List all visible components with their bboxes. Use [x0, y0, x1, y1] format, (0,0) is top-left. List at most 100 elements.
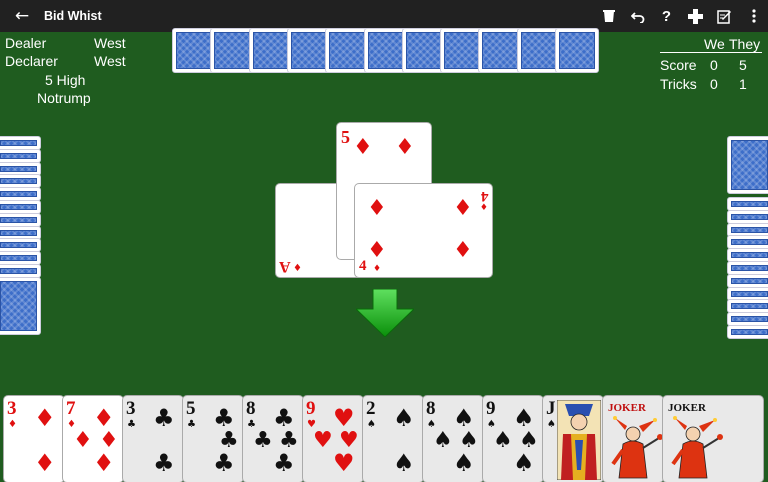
card-back	[363, 28, 408, 73]
spade-icon: ♠	[453, 449, 475, 477]
diamond-icon: ♦	[479, 203, 488, 213]
card-back-pattern	[290, 32, 327, 69]
scoreboard-divider	[660, 52, 762, 53]
card-back-pattern	[0, 140, 37, 146]
spade-icon: ♠	[547, 419, 556, 430]
club-icon: ♣	[153, 449, 175, 477]
more-vert-icon[interactable]	[739, 0, 768, 32]
card-back	[727, 325, 768, 339]
spade-icon: ♠	[433, 428, 453, 453]
card-rank: 4	[480, 188, 489, 204]
club-icon: ♣	[279, 428, 299, 453]
card-back-pattern	[520, 32, 557, 69]
card-back-pattern	[252, 32, 289, 69]
jack-face-icon	[557, 400, 601, 480]
hand-card[interactable]: J ♠	[543, 396, 603, 482]
jester-icon	[671, 416, 723, 479]
card-back	[727, 273, 768, 288]
club-icon: ♣	[213, 449, 235, 477]
card-back	[0, 136, 41, 150]
club-icon: ♣	[213, 404, 235, 432]
card-back-pattern	[0, 191, 37, 198]
card-back-pattern	[731, 226, 768, 233]
undo-icon[interactable]	[623, 0, 652, 32]
hand-card[interactable]: JOKER	[603, 396, 663, 482]
hand-card[interactable]: JOKER	[663, 396, 763, 482]
bid-value: 5 High	[45, 72, 86, 88]
edit-icon[interactable]	[710, 0, 739, 32]
spade-icon: ♠	[367, 419, 376, 430]
card-back	[0, 148, 41, 163]
card-rank: 9	[486, 398, 496, 419]
card-back	[727, 261, 768, 275]
card-back-pattern	[0, 268, 37, 274]
card-back-pattern	[731, 239, 768, 246]
card-rank: 5	[186, 398, 196, 419]
card-back-pattern	[731, 252, 768, 259]
card-back-pattern	[0, 255, 37, 262]
card-back-pattern	[0, 216, 37, 223]
hand-card[interactable]: 8 ♠ ♠ ♠ ♠ ♠	[423, 396, 483, 482]
gamepad-icon[interactable]	[681, 0, 710, 32]
card-back	[0, 212, 41, 227]
card-rank: 5	[341, 127, 350, 147]
spade-icon: ♠	[393, 449, 415, 477]
card-back-pattern	[731, 140, 768, 190]
card-rank: 8	[426, 398, 436, 419]
hand-card[interactable]: 8 ♣ ♣ ♣ ♣ ♣	[243, 396, 303, 482]
trump-value: Notrump	[37, 90, 91, 106]
trick-card: 4 4 ♦ ♦ ♦ ♦ ♦ ♦	[355, 184, 492, 277]
hand-card[interactable]: 9 ♥ ♥ ♥ ♥ ♥	[303, 396, 363, 482]
card-back-pattern	[0, 229, 37, 236]
hand-card[interactable]: 5 ♣ ♣ ♣ ♣	[183, 396, 243, 482]
spade-icon: ♠	[513, 404, 535, 432]
card-back-pattern	[0, 165, 37, 172]
diamond-icon: ♦	[93, 404, 115, 432]
tricks-we: 0	[710, 76, 718, 92]
declarer-label: Declarer	[5, 53, 58, 69]
card-back-pattern	[329, 32, 366, 69]
score-they: 5	[739, 57, 747, 73]
hand-card[interactable]: 7 ♦ ♦ ♦ ♦ ♦	[63, 396, 123, 482]
diamond-icon: ♦	[99, 428, 119, 453]
card-rank: 9	[306, 398, 316, 419]
card-back-pattern	[731, 329, 768, 335]
help-icon[interactable]: ?	[652, 0, 681, 32]
dealer-label: Dealer	[5, 35, 47, 51]
score-label: Score	[660, 57, 697, 73]
card-back-pattern	[559, 32, 595, 69]
jester-icon	[611, 416, 663, 479]
card-back-pattern	[0, 204, 37, 210]
hand-card[interactable]: 3 ♣ ♣ ♣	[123, 396, 183, 482]
joker-label: JOKER	[608, 402, 646, 414]
joker-label: JOKER	[668, 402, 706, 414]
hand-card[interactable]: 3 ♦ ♦ ♦	[4, 396, 64, 482]
card-back	[727, 209, 768, 224]
card-back-pattern	[0, 242, 37, 249]
heart-icon: ♥	[333, 404, 355, 432]
app-title: Bid Whist	[44, 9, 102, 23]
trash-icon[interactable]	[594, 0, 623, 32]
diamond-icon: ♦	[453, 196, 473, 221]
card-rank: 3	[7, 398, 17, 419]
arrow-back-icon[interactable]: ←	[0, 6, 44, 26]
col-they: They	[729, 36, 761, 52]
card-back	[727, 197, 768, 211]
card-rank: A	[279, 258, 291, 275]
card-back	[0, 264, 41, 278]
heart-icon: ♥	[313, 428, 333, 453]
spade-icon: ♠	[459, 428, 479, 453]
card-back	[727, 136, 768, 194]
club-icon: ♣	[127, 419, 136, 430]
diamond-icon: ♦	[453, 238, 473, 263]
card-back	[210, 28, 255, 73]
card-rank: 2	[366, 398, 376, 419]
card-rank: 7	[66, 398, 76, 419]
play-arrow-icon	[354, 288, 416, 342]
hand-card[interactable]: 9 ♠ ♠ ♠ ♠ ♠	[483, 396, 543, 482]
diamond-icon: ♦	[373, 264, 382, 274]
club-icon: ♣	[273, 449, 295, 477]
hand-card[interactable]: 2 ♠ ♠ ♠	[363, 396, 423, 482]
diamond-icon: ♦	[293, 263, 302, 274]
club-icon: ♣	[253, 428, 273, 453]
